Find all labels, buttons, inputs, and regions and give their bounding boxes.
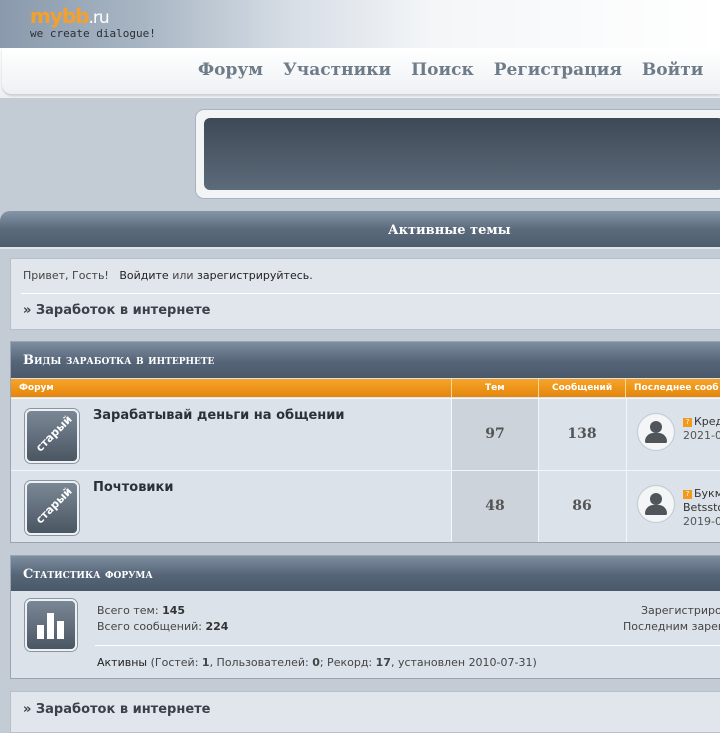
last-post: ? Кред 2021-0 (683, 415, 720, 443)
last-post: ?Букм Betssto 2019-0 (683, 487, 720, 529)
last-post-date: 2021-0 (683, 429, 720, 442)
topic-marker-icon: ? (683, 489, 692, 499)
breadcrumb[interactable]: » Заработок в интернете (23, 303, 210, 318)
stats-title: Статистика форума (23, 567, 153, 582)
col-last-post: Последнее сооб (634, 383, 719, 393)
col-posts: Сообщений (552, 383, 613, 393)
topics-cell: 97 (451, 399, 538, 470)
record-label: ; Рекорд: (319, 656, 373, 669)
logo-text: mybb.ru (30, 4, 110, 28)
last-post-cell: ?Букм Betssto 2019-0 (626, 471, 720, 542)
divider (625, 379, 626, 397)
forum-icon-label: старый (33, 412, 75, 455)
last-post-author[interactable]: Betssto (683, 501, 720, 514)
site-logo[interactable]: mybb.ru we create dialogue! (30, 6, 156, 40)
forum-icon-label: старый (33, 484, 75, 527)
col-topics: Тем (485, 383, 505, 393)
col-forum: Форум (19, 383, 54, 393)
users-label: , Пользователей: (209, 656, 309, 669)
stats-header: Статистика форума (11, 556, 720, 591)
forum-link[interactable]: Зарабатывай деньги на общении (93, 408, 344, 423)
posts-count: 86 (572, 498, 592, 514)
main-nav: Форум Участники Поиск Регистрация Войти (198, 60, 703, 80)
record-value: 17 (375, 656, 391, 669)
greeting-box: Привет, Гость! Войдите или зарегистрируй… (10, 258, 720, 330)
divider (451, 379, 452, 397)
posts-cell: 86 (538, 471, 625, 542)
total-topics-value: 145 (162, 604, 186, 617)
banner (204, 118, 720, 190)
nav-search[interactable]: Поиск (411, 60, 474, 80)
total-posts: Всего сообщений: 224 (97, 620, 228, 633)
divider (95, 645, 720, 646)
total-topics: Всего тем: 145 (97, 604, 185, 617)
last-post-link[interactable]: Букм (694, 487, 720, 500)
stats-chart-icon (25, 599, 77, 651)
total-posts-label: Всего сообщений: (97, 620, 202, 633)
close-paren: ) (532, 656, 537, 669)
forum-stats: Статистика форума Всего тем: 145 Всего с… (10, 555, 720, 679)
users-value: 0 (312, 656, 320, 669)
topics-cell: 48 (451, 471, 538, 542)
user-avatar-icon (637, 413, 675, 451)
register-link[interactable]: зарегистрируйтесь. (197, 269, 313, 282)
nav-register[interactable]: Регистрация (494, 60, 622, 80)
total-topics-label: Всего тем: (97, 604, 159, 617)
forum-old-icon: старый (25, 409, 79, 463)
user-avatar-icon (637, 485, 675, 523)
record-date-label: , установлен (390, 656, 466, 669)
divider (538, 379, 539, 397)
active-users: Активны (Гостей: 1, Пользователей: 0; Ре… (97, 656, 537, 669)
nav-members[interactable]: Участники (283, 60, 391, 80)
greeting-hello: Привет, Гость! (23, 269, 109, 282)
category-header: Виды заработка в интернете (11, 342, 720, 378)
greeting-text: Привет, Гость! Войдите или зарегистрируй… (23, 269, 313, 282)
topics-count: 48 (485, 498, 505, 514)
record-date: 2010-07-31 (468, 656, 533, 669)
column-header: Форум Тем Сообщений Последнее сооб (11, 379, 720, 397)
active-topics-bar (0, 211, 720, 249)
last-registered: Последним зарег (623, 620, 720, 633)
logo-tagline: we create dialogue! (30, 27, 156, 40)
login-link[interactable]: Войдите (119, 269, 168, 282)
active-topics-link[interactable]: Активные темы (388, 223, 511, 238)
total-posts-value: 224 (205, 620, 229, 633)
last-post-link[interactable]: Кред (694, 415, 720, 428)
forum-row: старый Почтовики 48 86 ?Букм Betssto 201… (11, 470, 720, 542)
forum-cell: старый Почтовики (11, 471, 451, 542)
registered-users: Зарегистриро (641, 604, 720, 617)
guests-label: (Гостей: (150, 656, 199, 669)
greeting-or: или (172, 269, 194, 282)
breadcrumb-bottom[interactable]: » Заработок в интернете (23, 702, 210, 717)
divider (21, 293, 720, 294)
guests-value: 1 (201, 656, 210, 669)
nav-login[interactable]: Войти (642, 60, 703, 80)
forum-row: старый Зарабатывай деньги на общении 97 … (11, 398, 720, 470)
forum-link[interactable]: Почтовики (93, 480, 173, 495)
last-post-cell: ? Кред 2021-0 (626, 399, 720, 470)
forum-cell: старый Зарабатывай деньги на общении (11, 399, 451, 470)
category-title[interactable]: Виды заработка в интернете (23, 353, 214, 368)
last-post-date: 2019-0 (683, 515, 720, 528)
topics-count: 97 (485, 426, 505, 442)
topic-marker-icon: ? (683, 417, 692, 427)
posts-count: 138 (567, 426, 597, 442)
forum-category: Виды заработка в интернете Форум Тем Соо… (10, 341, 720, 543)
nav-forum[interactable]: Форум (198, 60, 263, 80)
forum-old-icon: старый (25, 481, 79, 535)
active-label: Активны (97, 656, 148, 669)
posts-cell: 138 (538, 399, 625, 470)
